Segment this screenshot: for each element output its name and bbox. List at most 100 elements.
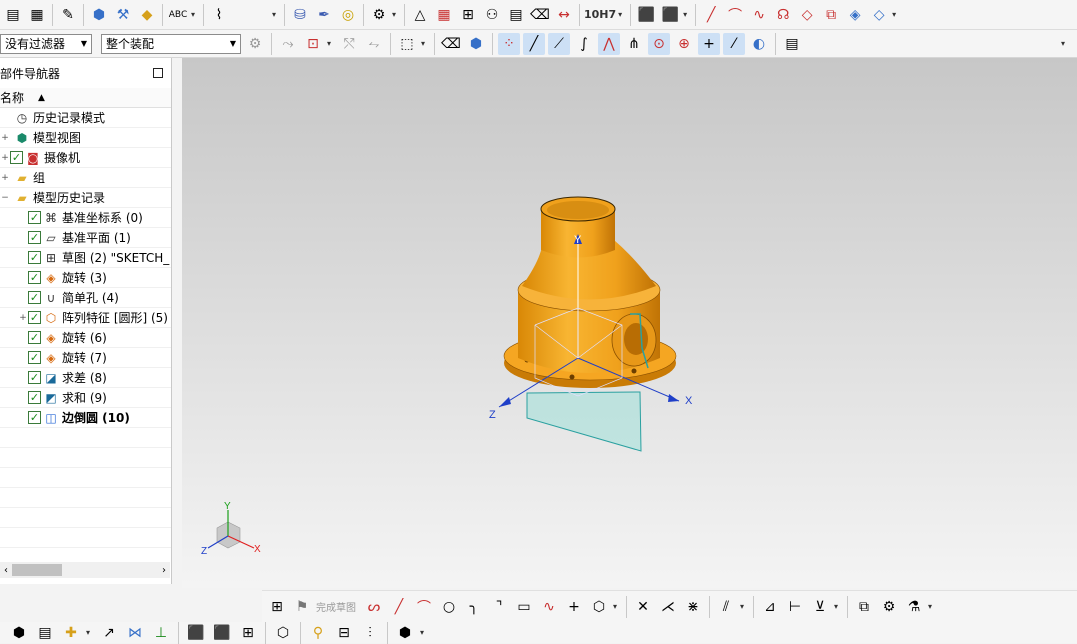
eraser-icon[interactable]: ⌫	[440, 33, 462, 55]
layer-settings-icon[interactable]: ▦	[26, 4, 48, 26]
assembly-navigator-icon[interactable]: ⬢	[8, 624, 30, 642]
snap-point-icon[interactable]: +	[698, 32, 720, 55]
select-chain-icon[interactable]: ⥊	[363, 33, 385, 55]
constraint-icon[interactable]: ⊥	[150, 624, 172, 642]
checkbox-checked-icon[interactable]: ✓	[28, 391, 41, 404]
auto-constrain-icon[interactable]: ⊻	[809, 596, 831, 618]
curve-surface-icon[interactable]: ⧉	[820, 4, 842, 26]
checkbox-checked-icon[interactable]: ✓	[28, 331, 41, 344]
finish-sketch-button[interactable]: 完成草图	[316, 599, 356, 614]
finish-sketch-icon[interactable]: ⚑	[291, 596, 313, 618]
sketch-settings-icon[interactable]: ⚙	[878, 596, 900, 618]
navigator-item[interactable]: ✓ ⌘ 基准坐标系 (0)	[0, 208, 171, 228]
navigator-item[interactable]: ✓ ◪ 求差 (8)	[0, 368, 171, 388]
dropdown-arrow-icon[interactable]: ▾	[613, 602, 621, 611]
expand-toggle-icon[interactable]: +	[18, 313, 28, 323]
line-icon[interactable]: ╱	[388, 596, 410, 618]
boxes-icon[interactable]: ⬛	[635, 4, 657, 26]
snap-endpoint-icon[interactable]: ╱	[523, 32, 545, 55]
navigator-item[interactable]: ✓ ∪ 简单孔 (4)	[0, 288, 171, 308]
navigator-item[interactable]: ✓ ◫ 边倒圆 (10)	[0, 408, 171, 428]
snap-quadrant-icon[interactable]: ⊕	[673, 33, 695, 55]
navigator-item[interactable]: ✓ ◈ 旋转 (6)	[0, 328, 171, 348]
navigator-item[interactable]: − ▰ 模型历史记录	[0, 188, 171, 208]
snap-center-icon[interactable]: ⊙	[648, 32, 670, 55]
ring-icon[interactable]: ◎	[337, 4, 359, 26]
circle-icon[interactable]: ○	[438, 596, 460, 618]
navigator-item[interactable]: + ▰ 组	[0, 168, 171, 188]
graphics-viewport[interactable]: Y X Z Y X Z	[182, 58, 1077, 588]
geometric-constraint-icon[interactable]: ⊿	[759, 596, 781, 618]
expand-toggle-icon[interactable]: +	[0, 153, 10, 163]
checkbox-checked-icon[interactable]: ✓	[28, 371, 41, 384]
scrollbar-thumb[interactable]	[12, 564, 62, 576]
snap-all-icon[interactable]: ⁘	[498, 32, 520, 55]
checkbox-checked-icon[interactable]: ✓	[28, 251, 41, 264]
dropdown-arrow-icon[interactable]: ▾	[86, 628, 94, 637]
arc-icon[interactable]: ⌒	[724, 4, 746, 26]
scroll-right-icon[interactable]: ›	[162, 565, 166, 576]
abc-icon[interactable]: ABC	[167, 4, 189, 26]
scroll-left-icon[interactable]: ‹	[4, 565, 8, 576]
section-icon[interactable]: ⌇	[208, 4, 230, 26]
checkbox-checked-icon[interactable]: ✓	[28, 231, 41, 244]
route-icon[interactable]: ⫶	[359, 624, 381, 642]
snap-intersect-icon[interactable]: ⋀	[598, 32, 620, 55]
dropdown-arrow-icon[interactable]: ▾	[618, 10, 626, 19]
shape-icon[interactable]: ☊	[772, 4, 794, 26]
rapid-dimension-icon[interactable]: ⊢	[784, 596, 806, 618]
snap-arc-center-icon[interactable]: ⋔	[623, 33, 645, 55]
tolerance-button[interactable]: 10H7	[584, 8, 616, 21]
quick-extend-icon[interactable]: ⋌	[657, 596, 679, 618]
assembly-icon[interactable]: ⬢	[88, 4, 110, 26]
snap-on-curve-icon[interactable]: ⁄	[723, 32, 745, 55]
move-component-icon[interactable]: ↗	[98, 624, 120, 642]
surface-icon[interactable]: ◇	[796, 4, 818, 26]
arrangement-icon[interactable]: ⊞	[237, 624, 259, 642]
filter-select[interactable]: 没有过滤器 ▼	[0, 33, 92, 54]
note-icon[interactable]: ▤	[505, 4, 527, 26]
checkbox-checked-icon[interactable]: ✓	[28, 311, 41, 324]
select-feature-icon[interactable]: ⤳	[277, 33, 299, 55]
dropdown-arrow-icon[interactable]: ▾	[420, 628, 428, 637]
hammer-icon[interactable]: ⚒	[112, 4, 134, 26]
dropdown-arrow-icon[interactable]: ▾	[272, 10, 280, 19]
snap-face-icon[interactable]: ◐	[748, 33, 770, 55]
mirror-icon[interactable]: ⋈	[124, 624, 146, 642]
navigator-item[interactable]: + ⬢ 模型视图	[0, 128, 171, 148]
checkbox-checked-icon[interactable]: ✓	[28, 291, 41, 304]
navigator-item[interactable]: ◷ 历史记录模式	[0, 108, 171, 128]
dropdown-arrow-icon[interactable]: ▾	[392, 10, 400, 19]
triangle-icon[interactable]: △	[409, 4, 431, 26]
horizontal-scrollbar[interactable]: ‹ ›	[0, 562, 170, 578]
dropdown-arrow-icon[interactable]: ▾	[191, 10, 199, 19]
boxes-add-icon[interactable]: ⬛	[659, 4, 681, 26]
line-icon[interactable]: ╱	[700, 4, 722, 26]
navigator-item[interactable]: ✓ ◈ 旋转 (7)	[0, 348, 171, 368]
rectangle-select-icon[interactable]: ⬚	[396, 33, 418, 55]
component-icon[interactable]: ◆	[136, 4, 158, 26]
navigator-item[interactable]: ✓ ◈ 旋转 (3)	[0, 268, 171, 288]
navigator-item[interactable]: ✓ ▱ 基准平面 (1)	[0, 228, 171, 248]
cube-icon[interactable]: ⬢	[465, 33, 487, 55]
layers-icon[interactable]: ▤	[2, 4, 24, 26]
balloon-icon[interactable]: ⚇	[481, 4, 503, 26]
arc-icon[interactable]: ⌒	[413, 596, 435, 618]
navigator-item[interactable]: + ✓ ⬡ 阵列特征 [圆形] (5)	[0, 308, 171, 328]
constraint-navigator-icon[interactable]: ▤	[34, 624, 56, 642]
sketch-icon[interactable]: ⊞	[266, 596, 288, 618]
expand-toggle-icon[interactable]: +	[0, 133, 10, 143]
dropdown-arrow-icon[interactable]: ▾	[683, 10, 691, 19]
navigator-column-header[interactable]: 名称 ▲	[0, 88, 171, 108]
dropdown-arrow-icon[interactable]: ▾	[421, 39, 429, 48]
checkbox-checked-icon[interactable]: ✓	[10, 151, 23, 164]
maximize-icon[interactable]	[153, 68, 163, 78]
checkbox-checked-icon[interactable]: ✓	[28, 351, 41, 364]
dropdown-arrow-icon[interactable]: ▾	[928, 602, 936, 611]
dimension-icon[interactable]: ↔	[553, 4, 575, 26]
fillet-icon[interactable]: ╮	[463, 596, 485, 618]
quick-trim-icon[interactable]: ✕	[632, 596, 654, 618]
explode-icon[interactable]: ⬛	[185, 624, 207, 642]
scope-select[interactable]: 整个装配 ▼	[101, 33, 241, 54]
rectangle-icon[interactable]: ▭	[513, 596, 535, 618]
